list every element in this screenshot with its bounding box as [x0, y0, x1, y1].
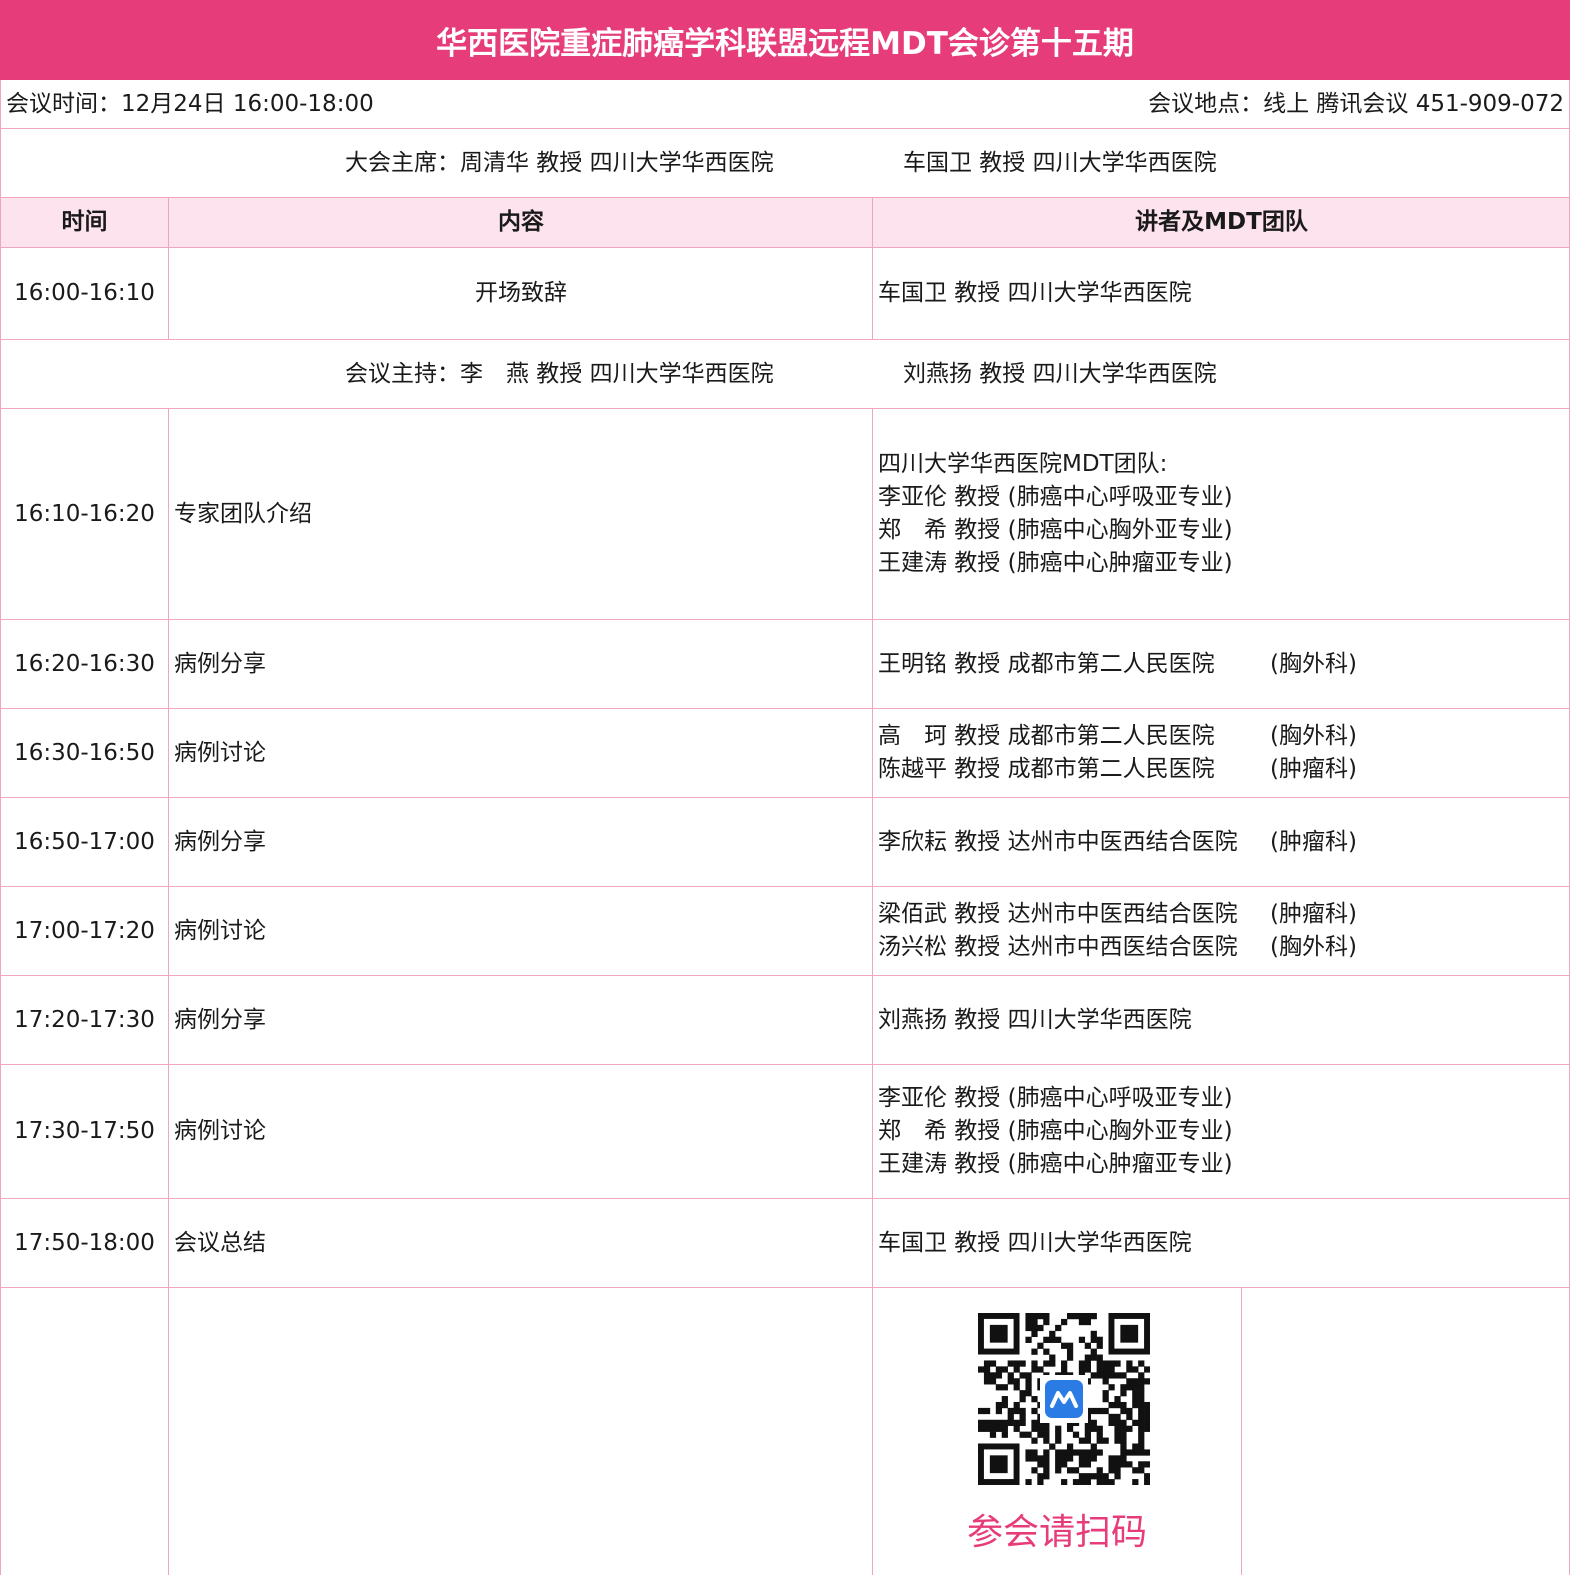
grid-line: [0, 247, 1570, 248]
row-content: 病例讨论: [174, 1118, 266, 1144]
row-speaker: 李欣耘 教授 达州市中医西结合医院 (肿瘤科): [878, 798, 1357, 886]
speaker-line: 四川大学华西医院MDT团队:: [878, 451, 1168, 477]
grid-line: [0, 128, 1570, 129]
speaker-name: 汤兴松 教授 达州市中西医结合医院: [878, 934, 1238, 960]
row-speaker: 刘燕扬 教授 四川大学华西医院: [878, 1006, 1192, 1033]
grid-line: [0, 80, 1, 1575]
row-speaker-team: 李亚伦 教授 (肺癌中心呼吸亚专业) 郑 希 教授 (肺癌中心胸外亚专业) 王建…: [878, 1065, 1233, 1198]
grid-line: [872, 197, 873, 340]
row-time: 16:20-16:30: [14, 650, 155, 677]
speaker-line: 郑 希 教授 (肺癌中心胸外亚专业): [878, 1118, 1233, 1144]
row-speaker: 车国卫 教授 四川大学华西医院: [878, 1229, 1192, 1256]
row-speaker-team: 四川大学华西医院MDT团队: 李亚伦 教授 (肺癌中心呼吸亚专业) 郑 希 教授…: [878, 409, 1233, 619]
speaker-name: 陈越平 教授 成都市第二人民医院: [878, 756, 1215, 782]
qr-caption: 参会请扫码: [966, 1512, 1147, 1553]
row-time: 16:10-16:20: [14, 500, 155, 527]
grid-line: [168, 408, 169, 1575]
row-time: 16:30-16:50: [14, 739, 155, 766]
row-time: 17:30-17:50: [14, 1118, 155, 1144]
row-content: 病例分享: [174, 1006, 266, 1033]
grid-line: [0, 197, 1570, 198]
grid-line: [0, 408, 1570, 409]
speaker-dept: (胸外科): [1270, 650, 1357, 677]
grid-line: [0, 619, 1570, 620]
meeting-location: 会议地点：线上 腾讯会议 451-909-072: [1148, 90, 1564, 117]
chair-right: 车国卫 教授 四川大学华西医院: [903, 149, 1217, 176]
row-content: 病例分享: [174, 650, 266, 677]
grid-line: [0, 886, 1570, 887]
speaker-name: 高 珂 教授 成都市第二人民医院: [878, 723, 1215, 749]
grid-line: [0, 797, 1570, 798]
grid-line: [872, 408, 873, 1575]
grid-line: [0, 339, 1570, 340]
speaker-dept: (胸外科): [1270, 723, 1357, 749]
row-time: 16:00-16:10: [14, 280, 155, 306]
row-content: 病例讨论: [174, 917, 266, 944]
row-time: 16:50-17:00: [14, 828, 155, 855]
row-content: 病例讨论: [174, 739, 266, 766]
row-speaker: 梁佰武 教授 达州市中医西结合医院 (肿瘤科) 汤兴松 教授 达州市中西医结合医…: [878, 887, 1357, 975]
grid-line: [1569, 80, 1570, 1575]
qr-code-image: [978, 1313, 1151, 1486]
row-time: 17:50-18:00: [14, 1229, 155, 1256]
grid-line: [0, 975, 1570, 976]
row-time: 17:00-17:20: [14, 917, 155, 944]
host-row: 会议主持：李 燕 教授 四川大学华西医院 刘燕扬 教授 四川大学华西医院: [0, 340, 1570, 408]
row-content: 专家团队介绍: [174, 500, 312, 527]
speaker-line: 王建涛 教授 (肺癌中心肿瘤亚专业): [878, 1151, 1233, 1177]
grid-line: [168, 197, 169, 340]
speaker-line: 郑 希 教授 (肺癌中心胸外亚专业): [878, 517, 1233, 543]
row-speaker: 车国卫 教授 四川大学华西医院: [878, 280, 1192, 306]
header-content: 内容: [498, 209, 544, 235]
speaker-dept: (肿瘤科): [1270, 828, 1357, 855]
grid-line: [0, 708, 1570, 709]
chair-left: 大会主席：周清华 教授 四川大学华西医院: [345, 149, 774, 176]
speaker-name: 梁佰武 教授 达州市中医西结合医院: [878, 901, 1238, 927]
meeting-time: 会议时间：12月24日 16:00-18:00: [6, 90, 374, 117]
host-left: 会议主持：李 燕 教授 四川大学华西医院: [345, 360, 774, 387]
grid-line: [1241, 1287, 1242, 1575]
grid-line: [0, 1287, 1570, 1288]
speaker-name: 李欣耘 教授 达州市中医西结合医院: [878, 828, 1238, 855]
speaker-line: 李亚伦 教授 (肺癌中心呼吸亚专业): [878, 484, 1233, 510]
qr-code-graphic: [978, 1313, 1151, 1486]
chair-row: 大会主席：周清华 教授 四川大学华西医院 车国卫 教授 四川大学华西医院: [0, 129, 1570, 197]
speaker-dept: (胸外科): [1270, 934, 1357, 960]
row-content: 会议总结: [174, 1229, 266, 1256]
agenda-page: 华西医院重症肺癌学科联盟远程MDT会诊第十五期 会议时间：12月24日 16:0…: [0, 0, 1570, 1575]
grid-line: [0, 1064, 1570, 1065]
row-content: 开场致辞: [475, 280, 567, 306]
grid-line: [0, 1198, 1570, 1199]
row-content: 病例分享: [174, 828, 266, 855]
header-speaker: 讲者及MDT团队: [1135, 209, 1308, 235]
speaker-line: 王建涛 教授 (肺癌中心肿瘤亚专业): [878, 550, 1233, 576]
header-time: 时间: [61, 209, 108, 235]
speaker-dept: (肿瘤科): [1270, 901, 1357, 927]
page-title: 华西医院重症肺癌学科联盟远程MDT会诊第十五期: [0, 0, 1570, 80]
row-time: 17:20-17:30: [14, 1006, 155, 1033]
row-speaker: 王明铭 教授 成都市第二人民医院 (胸外科): [878, 620, 1357, 708]
speaker-dept: (肿瘤科): [1270, 756, 1357, 782]
host-right: 刘燕扬 教授 四川大学华西医院: [903, 360, 1217, 387]
row-speaker: 高 珂 教授 成都市第二人民医院 (胸外科) 陈越平 教授 成都市第二人民医院 …: [878, 709, 1357, 797]
speaker-line: 李亚伦 教授 (肺癌中心呼吸亚专业): [878, 1085, 1233, 1111]
speaker-name: 王明铭 教授 成都市第二人民医院: [878, 650, 1215, 677]
